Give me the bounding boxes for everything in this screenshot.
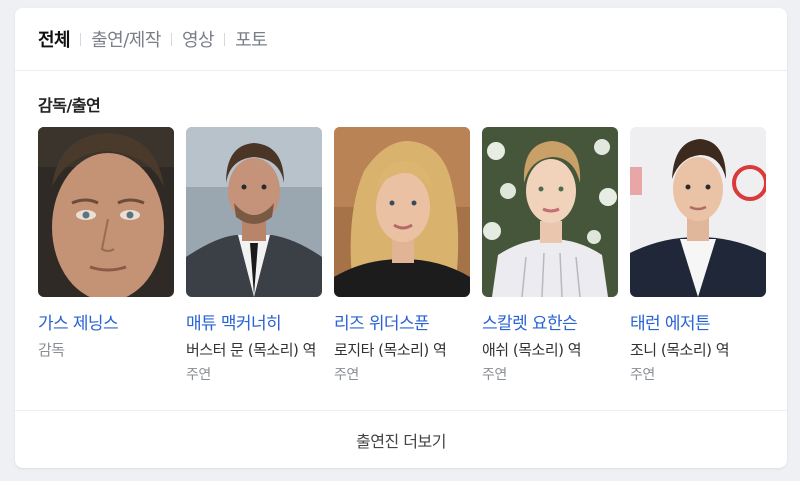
tab-video[interactable]: 영상	[182, 26, 215, 52]
person-photo[interactable]	[334, 127, 470, 297]
tab-bar: 전체 출연/제작 영상 포토	[15, 8, 787, 71]
person-name[interactable]: 매튜 맥커너히	[186, 309, 322, 334]
person-role: 애쉬 (목소리) 역	[482, 341, 582, 359]
person-role: 조니 (목소리) 역	[630, 341, 730, 359]
tab-photo[interactable]: 포토	[235, 26, 268, 52]
person-type: 주연	[186, 367, 211, 383]
tab-all[interactable]: 전체	[38, 26, 71, 52]
person-photo[interactable]	[38, 127, 174, 297]
tab-divider	[224, 32, 226, 46]
person-photo[interactable]	[630, 127, 766, 297]
person-name[interactable]: 가스 제닝스	[38, 309, 174, 334]
person-card-director[interactable]: 가스 제닝스 감독	[38, 127, 174, 384]
person-card[interactable]: 태런 에저튼 조니 (목소리) 역 주연	[630, 127, 766, 384]
person-name[interactable]: 스칼렛 요한슨	[482, 309, 618, 334]
tab-divider	[170, 32, 172, 46]
people-card: 전체 출연/제작 영상 포토 감독/출연 가스 제닝스 감독 매튜 맥커너히 버…	[15, 8, 787, 468]
person-name[interactable]: 리즈 위더스푼	[334, 309, 470, 334]
person-type: 주연	[630, 367, 655, 383]
person-name[interactable]: 태런 에저튼	[630, 309, 766, 334]
person-card[interactable]: 리즈 위더스푼 로지타 (목소리) 역 주연	[334, 127, 470, 384]
section-title: 감독/출연	[38, 96, 101, 115]
tab-divider	[80, 32, 82, 46]
person-role: 로지타 (목소리) 역	[334, 341, 447, 359]
people-list: 가스 제닝스 감독 매튜 맥커너히 버스터 문 (목소리) 역 주연 리즈 위더…	[38, 127, 778, 384]
person-role: 감독	[38, 341, 65, 359]
person-photo[interactable]	[186, 127, 322, 297]
person-role: 버스터 문 (목소리) 역	[186, 341, 316, 359]
person-card[interactable]: 스칼렛 요한슨 애쉬 (목소리) 역 주연	[482, 127, 618, 384]
person-type: 주연	[482, 367, 507, 383]
tab-cast-production[interactable]: 출연/제작	[91, 26, 161, 52]
person-type: 주연	[334, 367, 359, 383]
more-cast-button[interactable]: 출연진 더보기	[15, 410, 787, 468]
person-card[interactable]: 매튜 맥커너히 버스터 문 (목소리) 역 주연	[186, 127, 322, 384]
person-photo[interactable]	[482, 127, 618, 297]
